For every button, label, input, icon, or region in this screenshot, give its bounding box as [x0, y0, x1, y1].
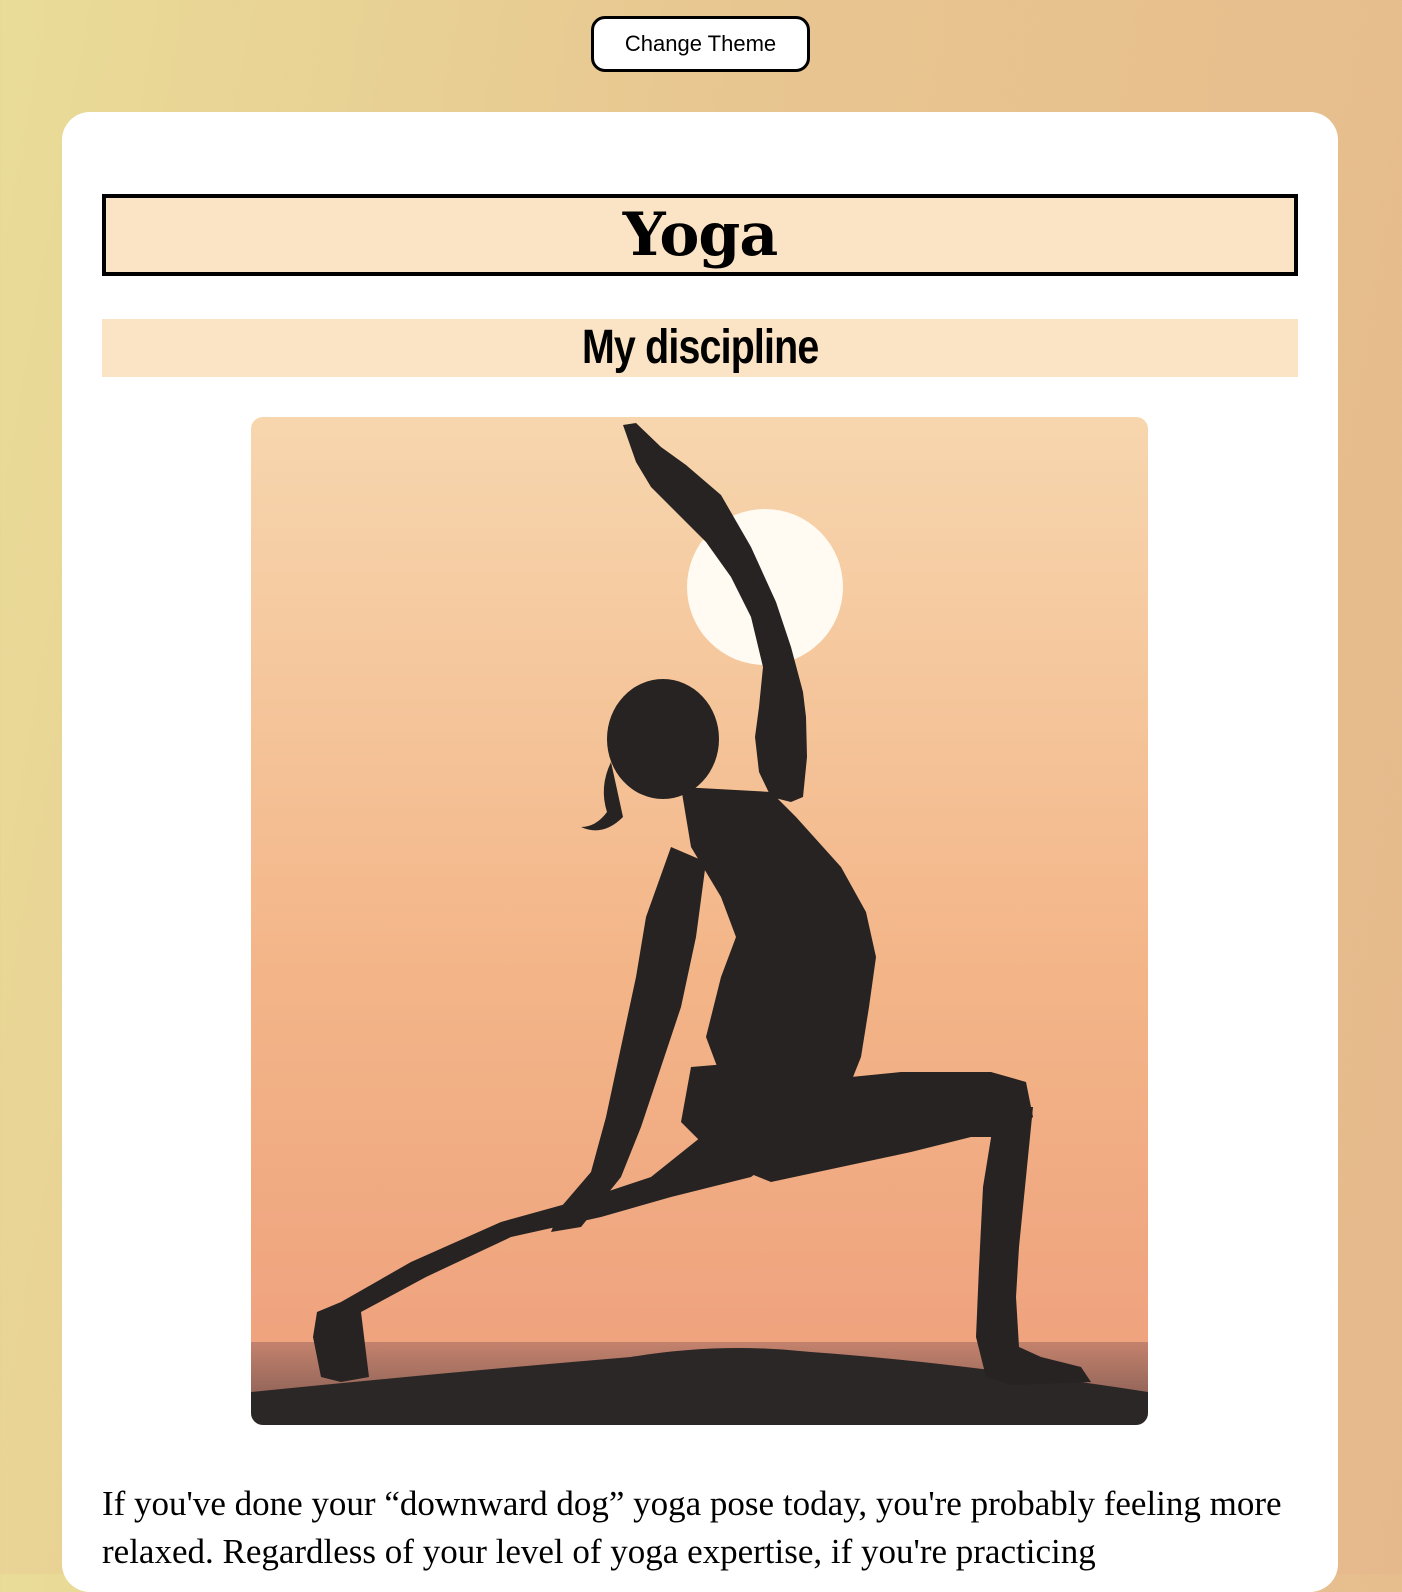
- page-title: Yoga: [622, 200, 778, 270]
- change-theme-button[interactable]: Change Theme: [591, 16, 810, 72]
- intro-paragraph: If you've done your “downward dog” yoga …: [102, 1484, 1282, 1571]
- content-card: Yoga My discipline If you've done your “…: [62, 112, 1338, 1592]
- section-subtitle-text: My discipline: [581, 321, 819, 374]
- section-subtitle: My discipline: [102, 319, 1298, 377]
- yoga-pose-photo: [251, 417, 1148, 1425]
- page-title-box: Yoga: [102, 194, 1298, 276]
